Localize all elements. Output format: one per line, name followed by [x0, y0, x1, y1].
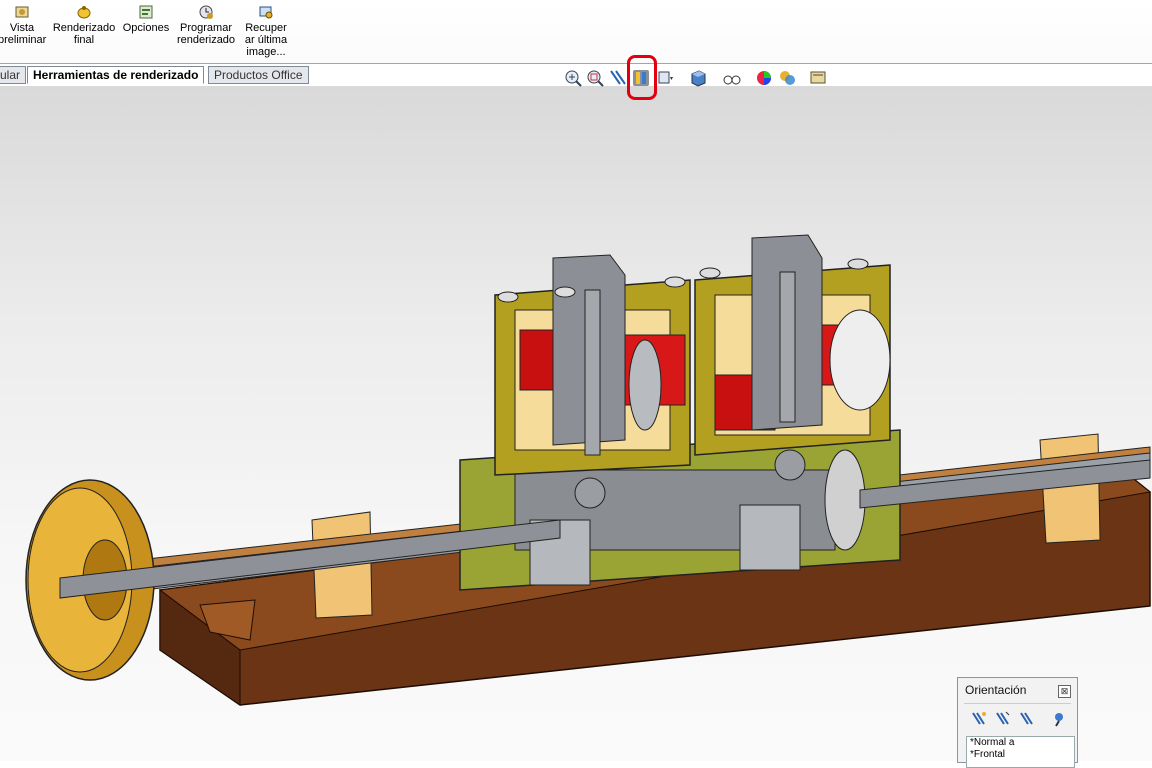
pin-icon[interactable]: [1050, 710, 1068, 728]
final-render-button[interactable]: Renderizado final: [52, 4, 116, 46]
zoom-area-icon[interactable]: [585, 68, 605, 88]
orientation-title: Orientación: [965, 683, 1027, 697]
tab-particular[interactable]: ular: [0, 66, 27, 84]
close-icon[interactable]: ⊠: [1058, 685, 1071, 698]
ribbon-toolbar: Vista preliminar Renderizado final Opcio…: [0, 0, 1152, 64]
scene-icon[interactable]: [777, 68, 797, 88]
orientation-panel: Orientación ⊠ *Normal a *Frontal: [957, 677, 1078, 768]
preview-button[interactable]: Vista preliminar: [0, 4, 46, 46]
teapot-preview-icon: [15, 6, 29, 18]
schedule-render-button[interactable]: Programar renderizado: [175, 4, 237, 46]
options-button[interactable]: Opciones: [122, 4, 170, 34]
list-item[interactable]: *Normal a: [970, 737, 1074, 749]
teapot-final-render-icon: [77, 6, 91, 19]
options-icon: [139, 5, 153, 19]
display-style-icon[interactable]: [689, 68, 709, 88]
tab-office-products[interactable]: Productos Office: [208, 66, 309, 84]
view-settings-icon[interactable]: [809, 68, 829, 88]
hide-show-icon[interactable]: [722, 68, 742, 88]
engine-model-view: [25, 234, 1152, 706]
update-view-icon[interactable]: [994, 710, 1012, 728]
view-orientation-icon[interactable]: [656, 68, 676, 88]
recover-last-image-button[interactable]: Recuper ar última image...: [242, 4, 290, 58]
reset-views-icon[interactable]: [1018, 710, 1036, 728]
section-view-highlight: [627, 55, 657, 100]
orientation-view-list[interactable]: *Normal a *Frontal: [966, 736, 1075, 768]
zoom-to-fit-icon[interactable]: [563, 68, 583, 88]
flywheel: [824, 449, 866, 551]
tab-render-tools[interactable]: Herramientas de renderizado: [27, 66, 205, 84]
orientation-tools: [964, 703, 1071, 730]
previous-view-icon[interactable]: [608, 68, 628, 88]
list-item[interactable]: *Frontal: [970, 749, 1074, 761]
new-view-icon[interactable]: [970, 710, 988, 728]
appearance-icon[interactable]: [754, 68, 774, 88]
schedule-render-icon: [199, 5, 213, 19]
recover-image-icon: [259, 6, 273, 19]
